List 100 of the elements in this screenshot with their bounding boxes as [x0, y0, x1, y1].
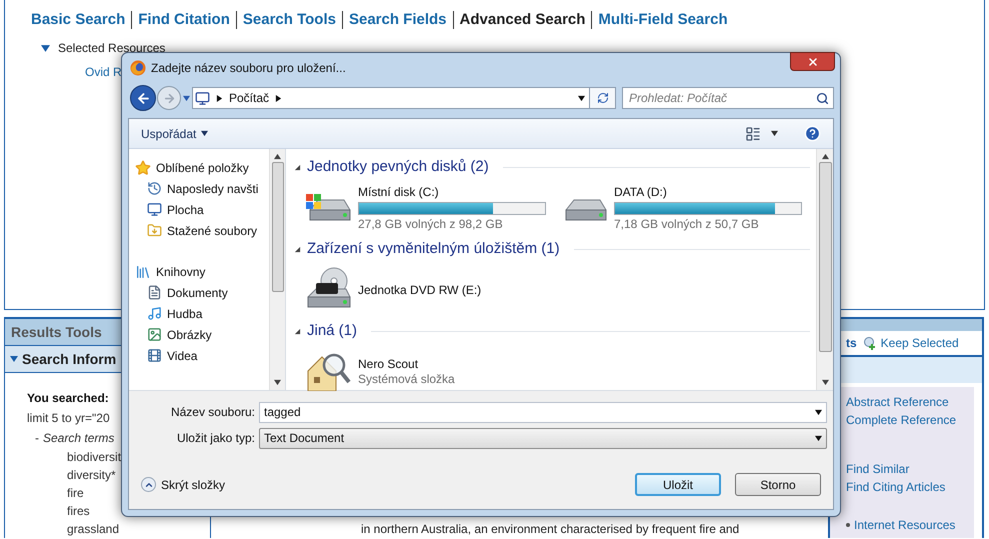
- search-term: fires: [67, 503, 91, 520]
- picture-icon: [147, 327, 162, 342]
- reference-link[interactable]: Find Citing Articles: [846, 478, 946, 496]
- search-term: biodiversit: [67, 449, 122, 466]
- bullet-icon: [846, 523, 850, 527]
- search-input[interactable]: Prohledat: Počítač: [629, 89, 816, 107]
- drive-tile[interactable]: DATA (D:) 7,18 GB volných z 50,7 GB: [560, 180, 810, 236]
- nav-tab[interactable]: Find Citation: [131, 11, 236, 29]
- tab-text: ts: [846, 335, 857, 352]
- scrollbar[interactable]: [269, 149, 285, 390]
- firefox-icon: [130, 60, 146, 76]
- searched-label: You searched:: [27, 390, 109, 406]
- clock-icon: [147, 181, 162, 196]
- nav-tab[interactable]: Search Tools: [236, 11, 342, 29]
- window-title: Zadejte název souboru pro uložení...: [151, 60, 346, 76]
- nav-item[interactable]: Videa: [135, 345, 269, 366]
- dash: -: [35, 430, 39, 446]
- group-toggle-icon[interactable]: [294, 328, 301, 334]
- nav-item[interactable]: Naposledy navšti: [135, 178, 269, 199]
- file-type-dropdown[interactable]: Text Document: [259, 428, 827, 448]
- computer-icon: [195, 90, 210, 106]
- keep-selected-link[interactable]: Keep Selected: [880, 334, 959, 352]
- refresh-icon: [596, 92, 608, 104]
- item-name: Jednotka DVD RW (E:): [358, 282, 482, 298]
- filename-label: Název souboru:: [170, 404, 256, 421]
- nav-item[interactable]: Dokumenty: [135, 282, 269, 303]
- dialog-button[interactable]: Uložit: [635, 473, 721, 496]
- nav-item[interactable]: Plocha: [135, 199, 269, 220]
- library-icon: [135, 264, 151, 280]
- item-name: Nero Scout: [358, 357, 420, 372]
- item-detail: 7,18 GB volných z 50,7 GB: [614, 216, 760, 232]
- group-header[interactable]: Jednotky pevných disků (2): [307, 156, 489, 178]
- nav-item[interactable]: Obrázky: [135, 324, 269, 345]
- item-name: Místní disk (C:): [358, 184, 440, 200]
- star-icon: [135, 160, 151, 176]
- group-header[interactable]: Zařízení s vyměnitelným úložištěm (1): [307, 238, 560, 260]
- section-label: Selected Resources: [58, 42, 166, 54]
- query-text: limit 5 to yr="20: [27, 410, 110, 426]
- panel-title: Results Tools: [11, 322, 102, 342]
- item-name: DATA (D:): [614, 184, 668, 200]
- refresh-button[interactable]: [590, 87, 616, 109]
- search-term: fire: [67, 485, 85, 502]
- reference-link[interactable]: Abstract Reference: [846, 393, 949, 411]
- collapse-triangle-icon[interactable]: [10, 355, 18, 363]
- drive-tile[interactable]: Místní disk (C:) 27,8 GB volných z 98,2 GB: [304, 180, 554, 236]
- view-options-icon[interactable]: [745, 126, 761, 142]
- scrollbar[interactable]: [816, 149, 833, 390]
- terms-label: Search terms: [43, 430, 114, 446]
- section-title: Search Inform: [22, 350, 116, 368]
- film-icon: [147, 348, 162, 363]
- magnifier-plus-icon: [862, 336, 877, 350]
- scroll-up-icon[interactable]: [822, 153, 828, 160]
- document-icon: [147, 285, 162, 300]
- back-button[interactable]: [130, 85, 156, 111]
- nav-item[interactable]: Hudba: [135, 303, 269, 324]
- nav-tab[interactable]: Search Fields: [342, 11, 453, 29]
- group-header[interactable]: Jiná (1): [307, 320, 358, 342]
- file-type-label: Uložit jako typ:: [176, 430, 256, 447]
- dropdown-caret-icon[interactable]: [578, 94, 585, 102]
- nav-tab[interactable]: Advanced Search: [452, 11, 592, 29]
- nav-item[interactable]: Stažené soubory: [135, 220, 269, 241]
- caret-icon[interactable]: [771, 130, 778, 137]
- path-separator-icon: [216, 94, 223, 102]
- hide-folders-button[interactable]: Skrýt složky: [141, 476, 226, 494]
- reference-link[interactable]: Complete Reference: [846, 411, 956, 429]
- filename-field[interactable]: tagged: [259, 402, 827, 422]
- nav-group[interactable]: Knihovny: [135, 261, 269, 282]
- chevron-up-icon: [141, 477, 156, 492]
- organize-button[interactable]: Uspořádat: [141, 124, 208, 142]
- dialog-button[interactable]: Storno: [735, 473, 821, 496]
- nav-tab[interactable]: Multi-Field Search: [591, 11, 734, 29]
- address-bar[interactable]: Počítač: [192, 87, 590, 109]
- help-icon[interactable]: [804, 125, 821, 142]
- reference-link[interactable]: Find Similar: [846, 460, 910, 478]
- caret-icon: [201, 130, 208, 137]
- drive-tile[interactable]: Jednotka DVD RW (E:): [304, 262, 554, 318]
- history-caret-icon[interactable]: [183, 94, 190, 102]
- expand-triangle-icon[interactable]: [41, 44, 50, 52]
- search-term: grassland: [67, 521, 120, 538]
- nav-group[interactable]: Oblíbené položky: [135, 157, 269, 178]
- scroll-down-icon[interactable]: [274, 379, 281, 386]
- scroll-down-icon[interactable]: [822, 379, 828, 386]
- path-segment[interactable]: Počítač: [229, 89, 270, 107]
- search-field[interactable]: Prohledat: Počítač: [622, 87, 834, 109]
- filename-input[interactable]: tagged: [264, 403, 815, 421]
- folder-down-icon: [147, 223, 162, 238]
- abstract-text: in northern Australia, an environment characterised by frequent fire and: [361, 522, 740, 536]
- search-term: diversity*: [67, 467, 117, 484]
- music-note-icon: [147, 306, 162, 321]
- resource-link[interactable]: Ovid R: [85, 65, 122, 79]
- nav-tab[interactable]: Basic Search: [25, 11, 132, 29]
- dropdown-caret-icon: [815, 434, 822, 442]
- internet-resources-link[interactable]: Internet Resources: [854, 518, 956, 532]
- close-button[interactable]: [790, 52, 835, 71]
- scroll-up-icon[interactable]: [274, 153, 281, 160]
- group-toggle-icon[interactable]: [294, 246, 301, 252]
- search-icon: [816, 92, 829, 104]
- group-toggle-icon[interactable]: [294, 164, 301, 170]
- dropdown-caret-icon: [815, 408, 822, 416]
- arrow-right-icon: [162, 92, 176, 104]
